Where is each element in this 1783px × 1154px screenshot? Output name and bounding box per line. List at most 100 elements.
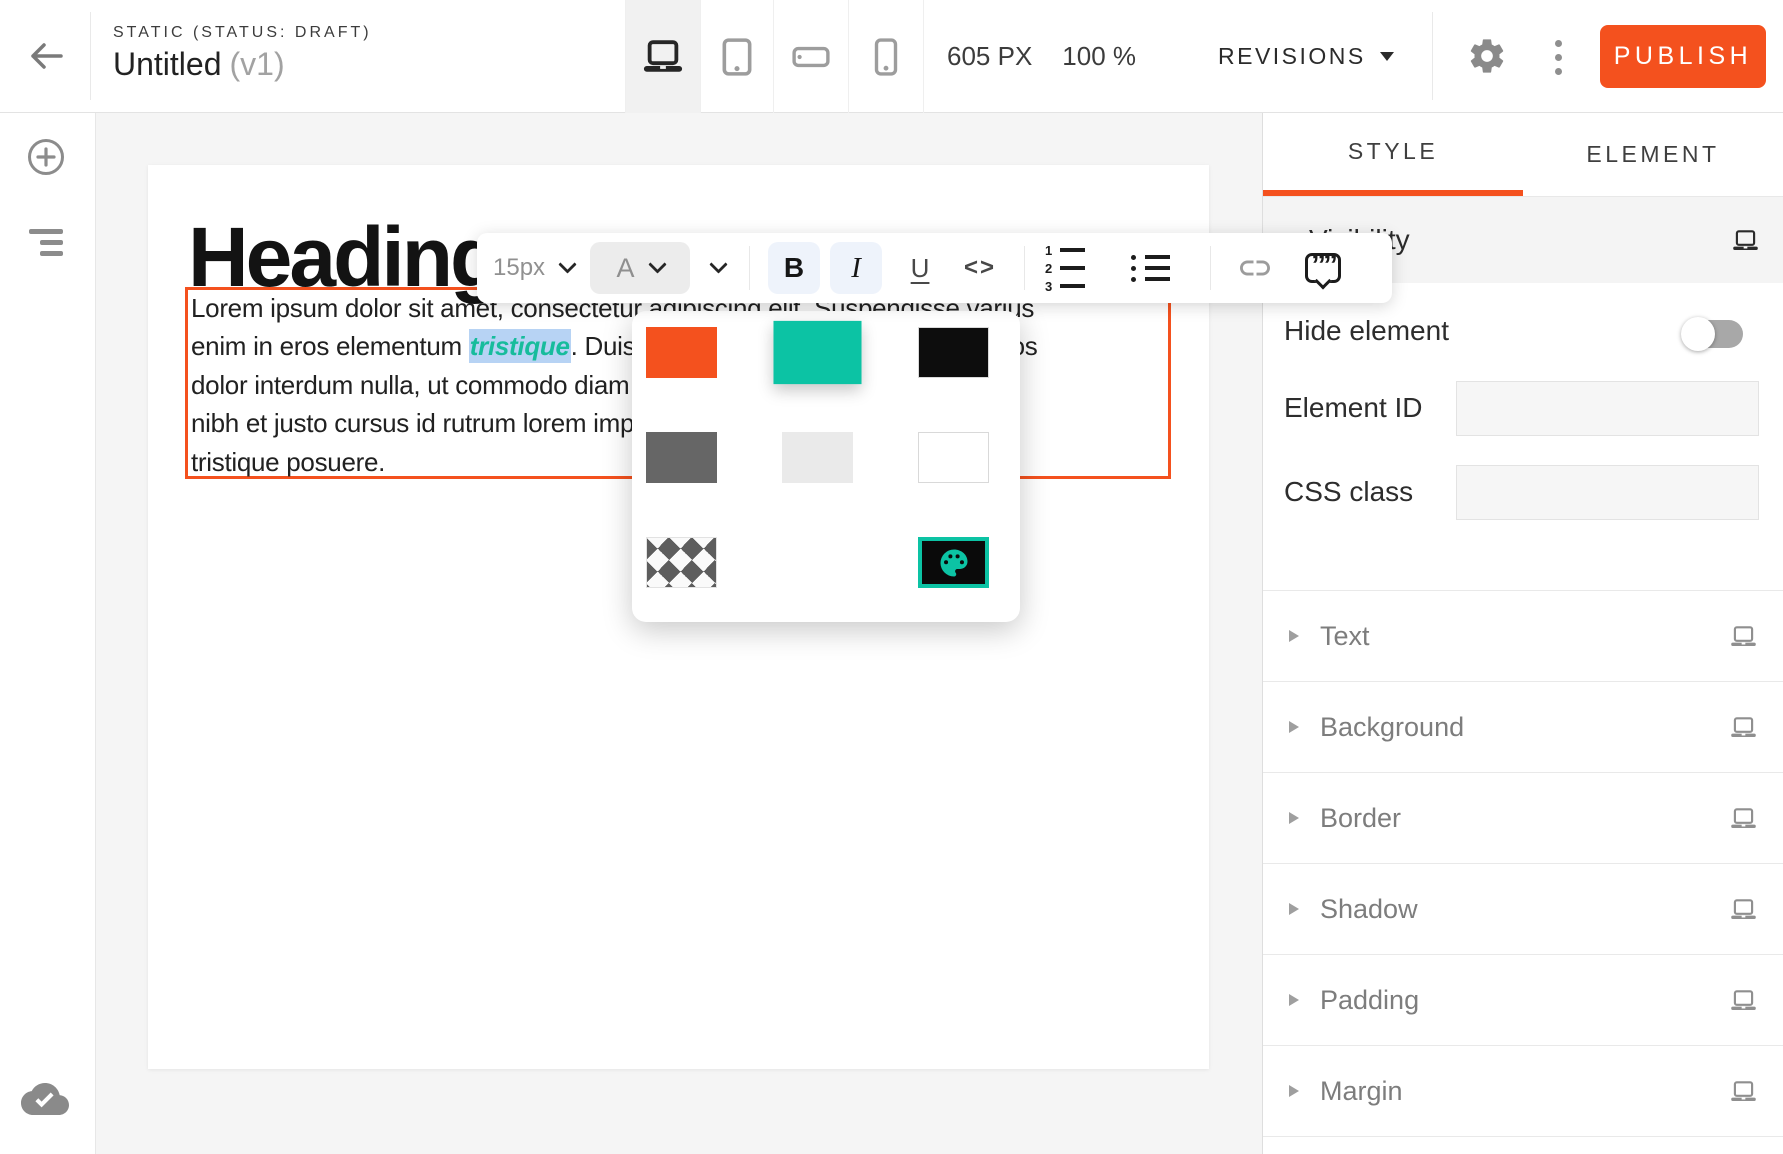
device-desktop-button[interactable] [625, 0, 700, 113]
device-mobile-portrait-button[interactable] [848, 0, 923, 113]
laptop-icon [1730, 1081, 1757, 1102]
divider [923, 0, 924, 113]
divider [1024, 246, 1025, 290]
chevron-right-icon [1289, 1085, 1299, 1097]
font-size-dropdown[interactable]: 15px [493, 254, 574, 282]
quote-icon: ”” [1311, 256, 1335, 276]
revisions-label: REVISIONS [1218, 43, 1366, 70]
blockquote-button[interactable]: ”” [1305, 253, 1341, 283]
phone-landscape-icon [792, 46, 830, 68]
panel-tabs: STYLE ELEMENT [1263, 113, 1783, 197]
plus-circle-icon [26, 137, 66, 177]
chevron-down-icon [558, 255, 576, 273]
selected-text-highlight: tristique [469, 329, 571, 363]
section-row-padding[interactable]: Padding [1263, 954, 1783, 1045]
element-id-label: Element ID [1284, 392, 1423, 424]
italic-button[interactable]: I [830, 242, 882, 294]
code-button[interactable]: <> [956, 242, 1004, 294]
more-format-dropdown[interactable] [709, 255, 727, 273]
chevron-down-icon [648, 255, 666, 273]
link-icon [1237, 250, 1273, 286]
tablet-icon [722, 38, 752, 76]
text-color-dropdown[interactable]: A [590, 242, 690, 294]
section-row-margin[interactable]: Margin [1263, 1045, 1783, 1136]
laptop-icon [642, 40, 684, 73]
palette-icon [936, 545, 972, 581]
section-row-background[interactable]: Background [1263, 681, 1783, 772]
font-size-value: 15px [493, 254, 545, 282]
divider [90, 12, 91, 100]
highlighted-word: tristique [470, 331, 570, 361]
text-color-label: A [617, 253, 635, 284]
tab-element[interactable]: ELEMENT [1523, 113, 1783, 196]
layers-icon [29, 229, 63, 234]
more-options-button[interactable] [1543, 30, 1573, 84]
laptop-icon [1732, 230, 1759, 251]
laptop-icon [1730, 808, 1757, 829]
swatch-dark-gray[interactable] [646, 432, 717, 483]
page-structure-button[interactable] [29, 229, 63, 256]
arrow-left-icon [27, 40, 65, 72]
laptop-icon [1730, 990, 1757, 1011]
underline-button[interactable]: U [902, 242, 938, 294]
top-bar: STATIC (STATUS: DRAFT) Untitled(v1) [0, 0, 1783, 113]
page-status: STATIC (STATUS: DRAFT) [113, 24, 372, 42]
canvas-zoom-value: 100 % [1062, 41, 1136, 72]
swatch-light-gray[interactable] [782, 432, 853, 483]
css-class-label: CSS class [1284, 476, 1413, 508]
section-row-text[interactable]: Text [1263, 590, 1783, 681]
publish-button[interactable]: PUBLISH [1600, 25, 1766, 88]
css-class-input[interactable] [1456, 465, 1759, 520]
autosave-status [21, 1075, 69, 1115]
color-swatch-grid [632, 311, 1020, 622]
text-format-toolbar: 15px A B I U <> 1 2 3 ”” [477, 233, 1392, 303]
settings-button[interactable] [1465, 34, 1509, 78]
swatch-black[interactable] [918, 327, 989, 378]
swatch-orange[interactable] [646, 327, 717, 378]
kebab-icon [1555, 40, 1562, 47]
device-mobile-landscape-button[interactable] [773, 0, 848, 113]
swatch-white[interactable] [918, 432, 989, 483]
back-button[interactable] [24, 36, 68, 76]
style-sections: Text Background Border Shadow Padding [1263, 590, 1783, 1137]
link-button[interactable] [1237, 250, 1273, 286]
chevron-right-icon [1289, 903, 1299, 915]
swatch-custom-color[interactable] [918, 537, 989, 588]
gear-icon [1467, 36, 1507, 76]
device-tablet-button[interactable] [700, 0, 773, 113]
divider [1432, 12, 1433, 100]
bullet-list-button[interactable] [1131, 255, 1170, 282]
laptop-icon [1730, 899, 1757, 920]
tab-style[interactable]: STYLE [1263, 113, 1523, 196]
chevron-right-icon [1289, 812, 1299, 824]
hide-element-toggle[interactable] [1681, 317, 1743, 351]
canvas-width-value: 605 PX [947, 41, 1032, 72]
chevron-right-icon [1289, 994, 1299, 1006]
divider [749, 246, 750, 290]
phone-portrait-icon [874, 38, 898, 76]
section-row-border[interactable]: Border [1263, 772, 1783, 863]
page-builder-app: STATIC (STATUS: DRAFT) Untitled(v1) [0, 0, 1783, 1154]
swatch-teal[interactable] [773, 321, 861, 384]
divider [1210, 246, 1211, 290]
caret-down-icon [1380, 52, 1394, 61]
page-version: (v1) [230, 46, 285, 82]
device-scope-indicator [1732, 230, 1759, 251]
add-element-button[interactable] [26, 137, 66, 177]
page-title-text: Untitled [113, 46, 222, 82]
chevron-right-icon [1289, 721, 1299, 733]
left-toolbar [0, 113, 96, 1154]
ordered-list-button[interactable]: 1 2 3 [1045, 244, 1085, 293]
element-id-input[interactable] [1456, 381, 1759, 436]
cloud-check-icon [21, 1075, 69, 1115]
revisions-dropdown[interactable]: REVISIONS [1218, 0, 1394, 113]
bold-button[interactable]: B [768, 242, 820, 294]
swatch-pattern-checker[interactable] [646, 537, 717, 588]
laptop-icon [1730, 626, 1757, 647]
canvas-dimensions: 605 PX 100 % [947, 0, 1136, 113]
laptop-icon [1730, 717, 1757, 738]
section-row-shadow[interactable]: Shadow [1263, 863, 1783, 954]
page-title: Untitled(v1) [113, 46, 285, 83]
chevron-right-icon [1289, 630, 1299, 642]
hide-element-label: Hide element [1284, 315, 1449, 347]
